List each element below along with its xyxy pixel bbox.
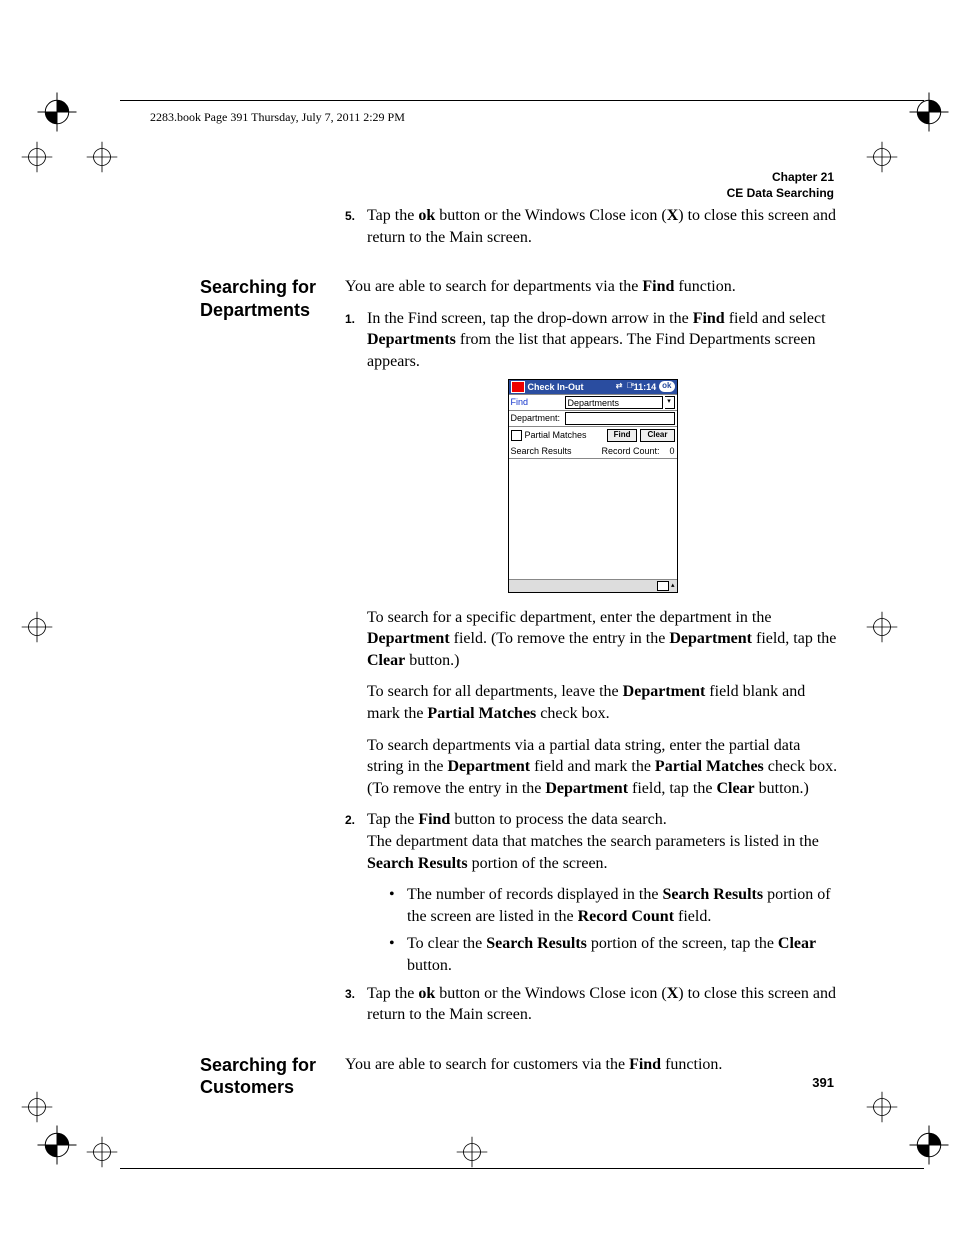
chevron-up-icon[interactable]: ▴ [671,581,675,590]
step-text: Tap the ok button or the Windows Close i… [367,983,836,1026]
step-text: Tap the ok button or the Windows Close i… [367,205,836,248]
page-content: 5.Tap the ok button or the Windows Close… [200,205,840,1103]
page-header-ref: 2283.book Page 391 Thursday, July 7, 201… [150,110,405,125]
crosshair-icon [865,1090,899,1124]
bullet-item: The number of records displayed in the S… [389,884,840,927]
clear-button[interactable]: Clear [640,429,674,442]
crosshair-icon [85,140,119,174]
section-heading-departments: Searching for Departments [200,276,345,321]
body-text: To search for all departments, leave the… [367,681,840,724]
bullet-item: To clear the Search Results portion of t… [389,933,840,976]
print-mark-icon [40,1128,74,1162]
partial-matches-checkbox[interactable] [511,430,522,441]
print-mark-icon [40,95,74,129]
step-number: 2. [345,809,367,831]
device-screenshot: Check In-Out ⇄ ◀ͤ 11:14 ok Find Departme… [508,379,678,593]
keyboard-icon[interactable] [657,581,669,591]
crosshair-icon [20,1090,54,1124]
crosshair-icon [20,610,54,644]
record-count-value: 0 [669,445,674,457]
section-intro: You are able to search for departments v… [345,276,840,298]
find-button[interactable]: Find [607,429,638,442]
step-text: In the Find screen, tap the drop-down ar… [367,308,836,373]
search-results-label: Search Results [511,445,572,457]
crosshair-icon [85,1135,119,1169]
status-icons: ⇄ ◀ͤ [616,381,634,392]
device-time: 11:14 [634,381,657,393]
crosshair-icon [455,1135,489,1169]
search-results-area [509,458,677,579]
find-dropdown[interactable]: Departments [565,396,663,409]
device-title: Check In-Out [528,381,584,393]
record-count-label: Record Count: [601,445,659,457]
print-mark-icon [912,1128,946,1162]
step-number: 5. [345,205,367,248]
crosshair-icon [865,140,899,174]
chapter-number: Chapter 21 [727,170,834,186]
find-label: Find [511,396,563,408]
step-number: 1. [345,308,367,373]
step-text: Tap the Find button to process the data … [367,809,836,831]
department-input[interactable] [565,412,675,425]
chevron-down-icon[interactable]: ▾ [665,396,675,409]
crosshair-icon [20,140,54,174]
step-number: 3. [345,983,367,1026]
crop-line [120,100,924,101]
chapter-title: CE Data Searching [727,186,834,202]
section-heading-customers: Searching for Customers [200,1054,345,1099]
body-text: The department data that matches the sea… [367,831,840,874]
chapter-heading: Chapter 21 CE Data Searching [727,170,834,201]
section-intro: You are able to search for customers via… [345,1054,840,1076]
partial-matches-label: Partial Matches [525,429,587,441]
crop-line [120,1168,924,1169]
body-text: To search departments via a partial data… [367,735,840,800]
body-text: To search for a specific department, ent… [367,607,840,672]
windows-flag-icon [511,381,525,393]
department-label: Department: [511,412,563,424]
page-number: 391 [812,1075,834,1090]
print-page: 2283.book Page 391 Thursday, July 7, 201… [0,0,954,1235]
crosshair-icon [865,610,899,644]
ok-button[interactable]: ok [659,381,674,392]
